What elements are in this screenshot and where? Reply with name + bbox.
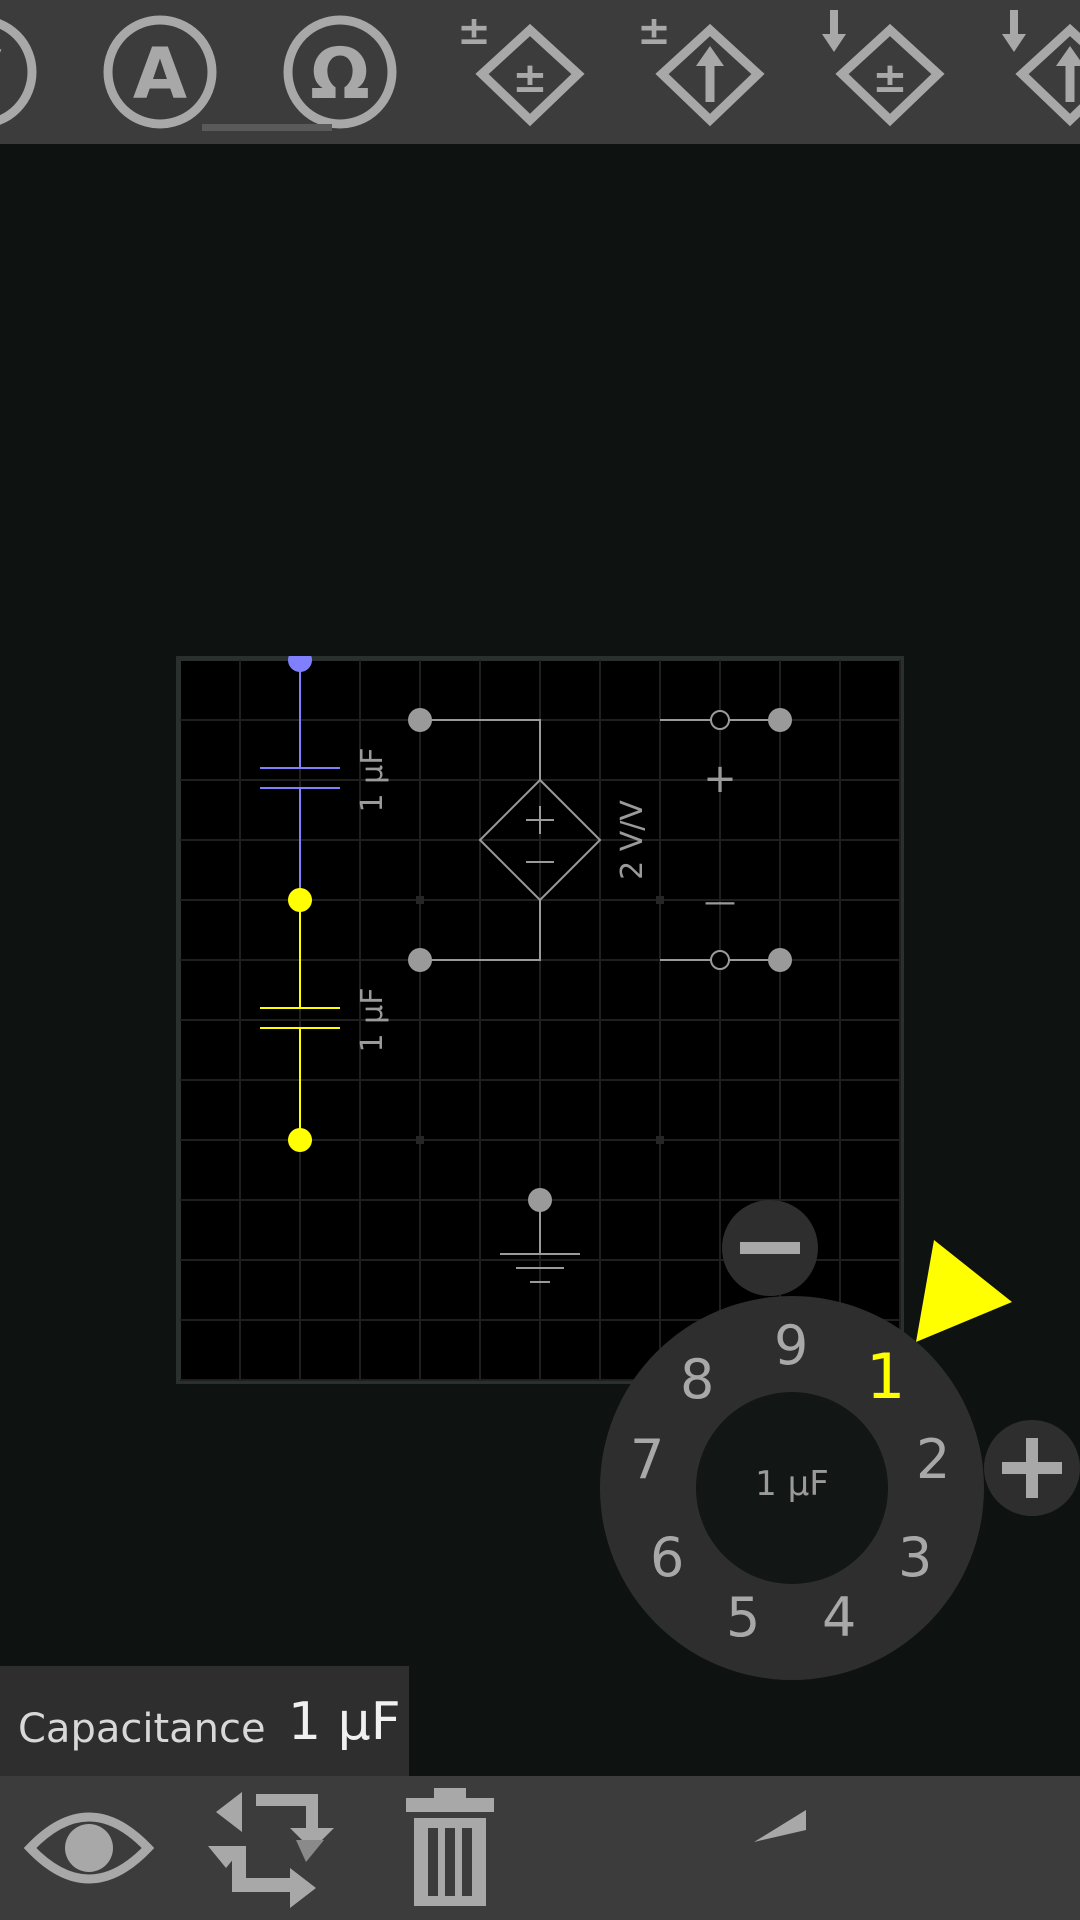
cccs-tool[interactable] (996, 6, 1080, 134)
source-node-bottom[interactable] (408, 948, 432, 972)
dial-number-3[interactable]: 3 (898, 1526, 932, 1589)
ground-node[interactable] (528, 1188, 552, 1212)
node-bottom[interactable] (288, 1128, 312, 1152)
svg-text:±: ± (512, 53, 547, 102)
current-controlled-voltage-source-icon: ± (822, 10, 945, 127)
toggle-visibility-button[interactable] (23, 1786, 155, 1910)
current-controlled-current-source-icon (1002, 10, 1080, 127)
dial-number-9[interactable]: 9 (774, 1314, 808, 1377)
vcvs-tool[interactable]: ± ± (456, 6, 586, 134)
dial-center: 1 µF (696, 1392, 888, 1584)
bottom-action-bar (0, 1776, 1080, 1920)
property-value[interactable]: 1 µF (288, 1692, 401, 1752)
svg-text:A: A (133, 33, 187, 115)
selected-tool-indicator (202, 124, 332, 131)
dial-number-7[interactable]: 7 (630, 1428, 664, 1491)
value-dial[interactable]: 1 µF 9 1 2 3 4 5 6 7 8 (600, 1296, 984, 1680)
source-node-top[interactable] (408, 708, 432, 732)
svg-text:±: ± (637, 8, 671, 54)
property-name: Capacitance (18, 1706, 266, 1752)
voltage-controlled-voltage-source-icon: ± ± (457, 8, 585, 127)
dial-number-5[interactable]: 5 (726, 1586, 760, 1649)
ohmmeter-icon: Ω (283, 15, 397, 129)
rotate-button[interactable] (206, 1786, 336, 1910)
plus-icon (1002, 1438, 1062, 1498)
dial-number-1[interactable]: 1 (866, 1340, 905, 1413)
component-toolbar: V A Ω ± ± ± ± (0, 0, 1080, 144)
trash-icon (406, 1788, 494, 1906)
svg-text:±: ± (872, 53, 907, 102)
eye-icon (23, 1812, 155, 1884)
voltage-controlled-current-source-icon: ± (637, 8, 765, 127)
ohmmeter-tool[interactable]: Ω (282, 6, 402, 134)
svg-text:±: ± (457, 8, 491, 54)
undo-icon (754, 1810, 806, 1842)
voltmeter-icon: V (0, 19, 37, 125)
node-middle[interactable] (288, 888, 312, 912)
rotate-icon (208, 1792, 334, 1908)
delete-button[interactable] (400, 1786, 500, 1910)
control-plus-sign: + (703, 756, 737, 802)
dial-number-2[interactable]: 2 (916, 1428, 950, 1491)
undo-button[interactable] (750, 1786, 880, 1910)
decrement-button[interactable] (722, 1200, 818, 1296)
capacitor-top-label: 1 µF (355, 748, 390, 813)
minus-icon (740, 1242, 800, 1254)
capacitor-bottom-label: 1 µF (355, 988, 390, 1053)
ccvs-tool[interactable]: ± (816, 6, 946, 134)
svg-text:V: V (0, 38, 2, 112)
dial-number-8[interactable]: 8 (680, 1348, 714, 1411)
vccs-tool[interactable]: ± (636, 6, 766, 134)
dial-number-4[interactable]: 4 (822, 1586, 856, 1649)
control-node-bottom[interactable] (768, 948, 792, 972)
source-gain-label: 2 V/V (615, 800, 650, 880)
ammeter-icon: A (103, 15, 217, 129)
svg-text:Ω: Ω (310, 33, 370, 115)
dial-center-label: 1 µF (755, 1464, 829, 1504)
voltmeter-tool[interactable]: V (0, 6, 44, 134)
control-minus-sign: — (704, 882, 736, 920)
ammeter-tool[interactable]: A (102, 6, 222, 134)
increment-button[interactable] (984, 1420, 1080, 1516)
control-node-top[interactable] (768, 708, 792, 732)
dial-number-6[interactable]: 6 (650, 1526, 684, 1589)
